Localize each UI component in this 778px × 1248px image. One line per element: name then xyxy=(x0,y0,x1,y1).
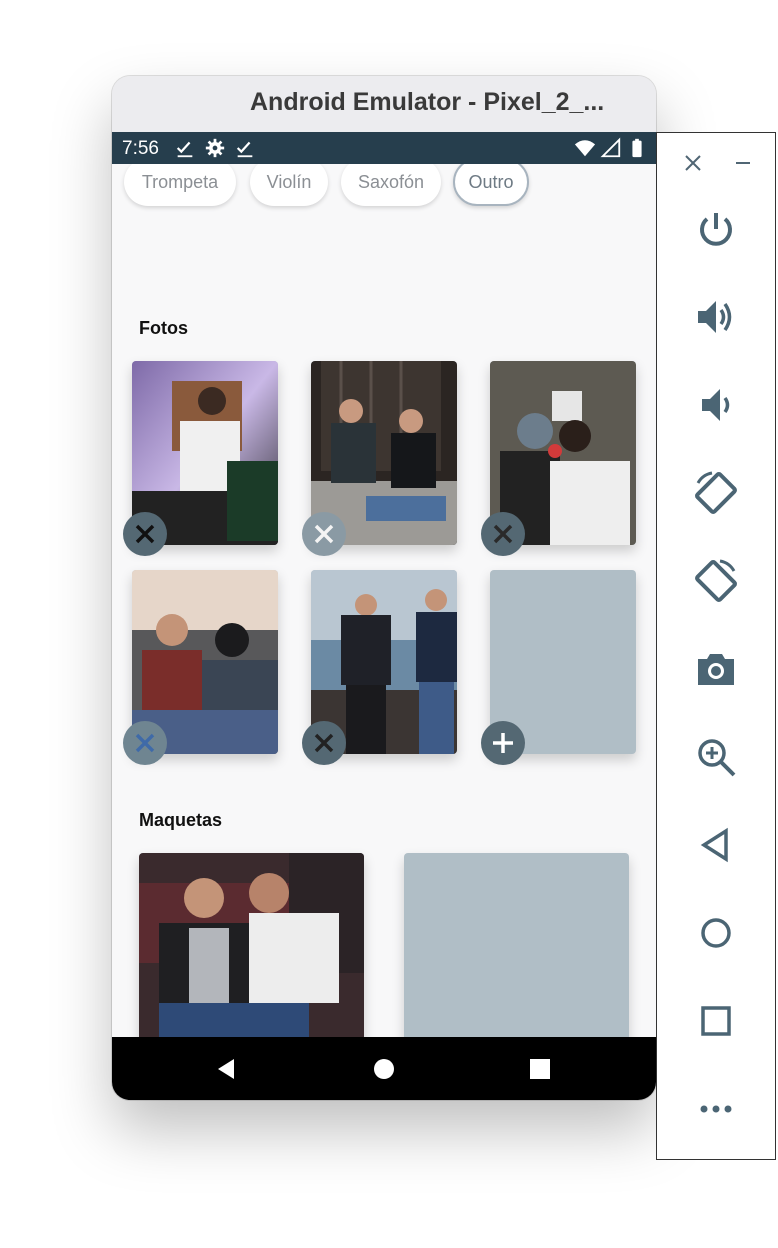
volume-down-button[interactable] xyxy=(692,381,740,429)
rotate-right-icon xyxy=(695,559,737,602)
status-bar: 7:56 xyxy=(112,132,656,164)
zoom-icon xyxy=(698,739,736,777)
back-icon[interactable] xyxy=(212,1055,240,1083)
overview-icon xyxy=(701,1006,731,1036)
rotate-right-button[interactable] xyxy=(692,557,740,605)
close-icon xyxy=(314,524,334,544)
power-button[interactable] xyxy=(692,205,740,253)
app-screen: Trompeta Violín Saxofón Outro Fotos Maqu… xyxy=(112,164,656,1037)
plus-icon xyxy=(493,733,513,753)
status-time: 7:56 xyxy=(122,138,159,159)
close-icon xyxy=(135,733,155,753)
zoom-button[interactable] xyxy=(692,733,740,781)
wifi-icon xyxy=(574,140,596,157)
add-photo-button[interactable] xyxy=(481,721,525,765)
rotate-left-button[interactable] xyxy=(692,469,740,517)
check-icon xyxy=(176,141,193,158)
gear-icon xyxy=(205,138,225,158)
recents-icon[interactable] xyxy=(526,1055,554,1083)
section-title-maquetas: Maquetas xyxy=(139,810,223,830)
remove-photo-button[interactable] xyxy=(123,512,167,556)
screenshot-button[interactable] xyxy=(692,645,740,693)
remove-photo-button[interactable] xyxy=(302,721,346,765)
check-icon xyxy=(236,141,253,158)
camera-icon xyxy=(698,654,734,685)
remove-photo-button[interactable] xyxy=(302,512,346,556)
close-icon xyxy=(314,733,334,753)
overview-button[interactable] xyxy=(692,997,740,1045)
window-titlebar[interactable]: Android Emulator - Pixel_2_... xyxy=(112,76,656,132)
chip-violin[interactable]: Violín xyxy=(250,164,328,206)
emulator-window: Android Emulator - Pixel_2_... 7:56 Trom… xyxy=(112,76,656,1100)
more-icon xyxy=(700,1105,732,1113)
remove-photo-button[interactable] xyxy=(481,512,525,556)
section-title-fotos: Fotos xyxy=(139,318,188,338)
minimize-icon[interactable] xyxy=(731,151,755,175)
emulator-toolbar xyxy=(656,132,776,1160)
empty-photo-slot[interactable] xyxy=(404,853,629,1037)
battery-icon xyxy=(632,138,642,158)
volume-down-icon xyxy=(702,389,730,421)
home-button[interactable] xyxy=(692,909,740,957)
close-icon[interactable] xyxy=(681,151,705,175)
power-icon xyxy=(700,213,732,246)
home-icon xyxy=(701,918,731,948)
volume-up-button[interactable] xyxy=(692,293,740,341)
instrument-chips: Trompeta Violín Saxofón Outro xyxy=(112,164,656,214)
close-icon xyxy=(135,524,155,544)
chip-outro[interactable]: Outro xyxy=(453,164,529,206)
photo-slot[interactable] xyxy=(139,853,364,1037)
remove-photo-button[interactable] xyxy=(123,721,167,765)
back-icon xyxy=(700,827,728,863)
rotate-left-icon xyxy=(695,471,737,514)
signal-icon xyxy=(600,137,621,158)
back-button[interactable] xyxy=(692,821,740,869)
home-icon[interactable] xyxy=(370,1055,398,1083)
volume-up-icon xyxy=(698,301,732,333)
window-title: Android Emulator - Pixel_2_... xyxy=(250,88,605,116)
chip-saxofon[interactable]: Saxofón xyxy=(341,164,441,206)
more-button[interactable] xyxy=(692,1085,740,1133)
close-icon xyxy=(493,524,513,544)
chip-trompeta[interactable]: Trompeta xyxy=(124,164,236,206)
android-nav-bar xyxy=(112,1037,656,1100)
photo-image xyxy=(139,853,364,1037)
